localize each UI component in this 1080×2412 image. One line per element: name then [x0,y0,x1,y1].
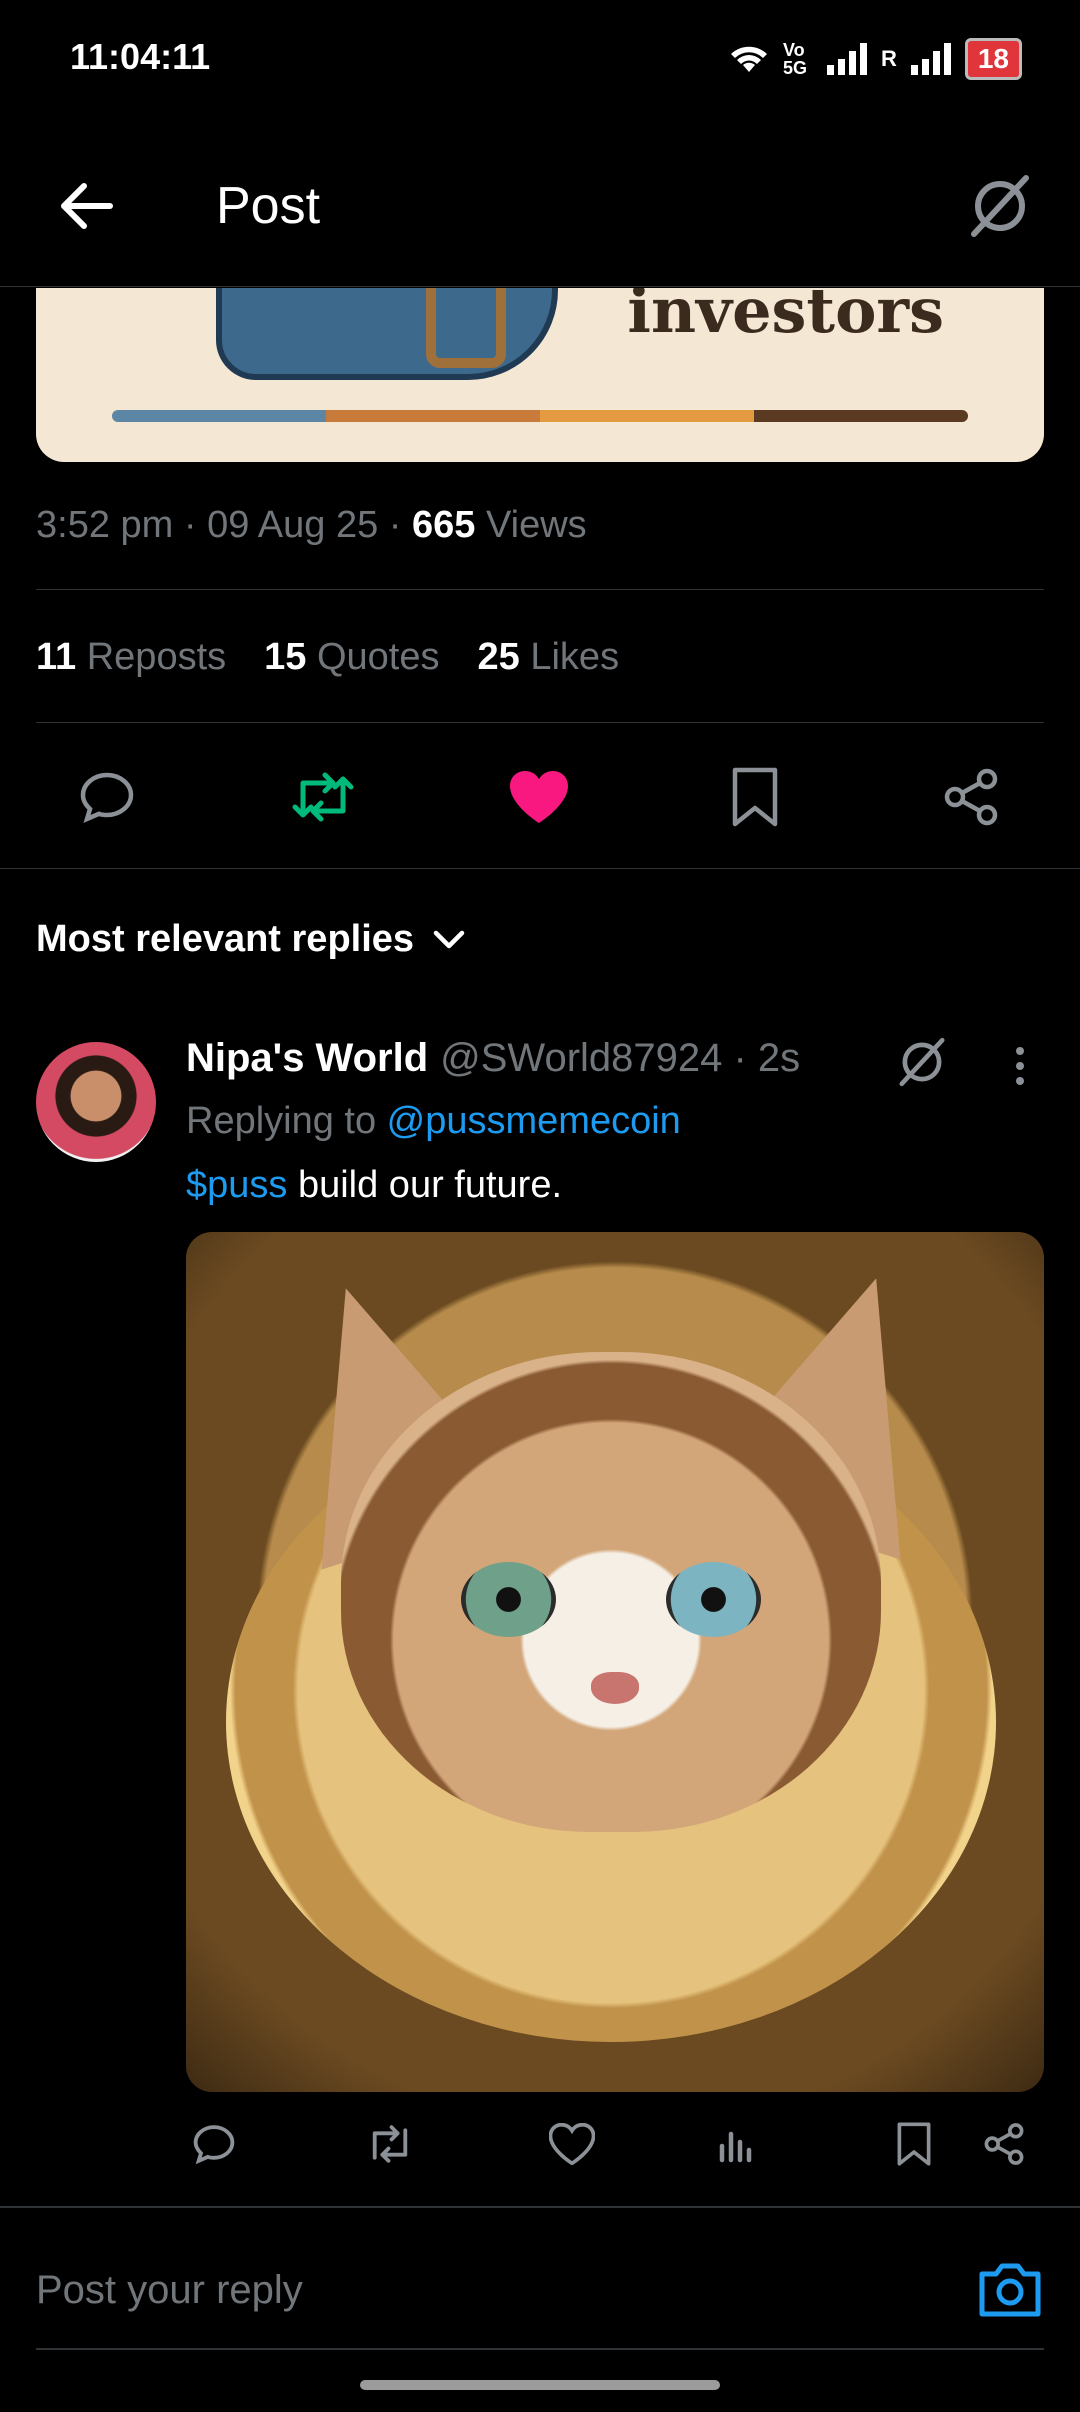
camera-icon [979,2263,1041,2317]
network-label: Vo 5G [782,40,807,78]
camera-button[interactable] [976,2258,1044,2320]
views-icon [719,2131,752,2163]
more-vertical-icon [1016,1047,1024,1085]
chevron-down-icon [433,930,465,948]
status-icons: Vo 5G R 18 [727,38,1022,80]
replying-to-link[interactable]: @pussmemecoin [387,1100,681,1142]
divider [36,589,1044,590]
views-count: 665 [412,504,476,546]
replying-prefix: Replying to [186,1100,387,1142]
reply-like-button[interactable] [544,2116,600,2172]
quotes-count: 15 [264,636,307,678]
cat-eye-left [461,1562,556,1637]
repost-icon [372,2125,408,2163]
quotes-stat[interactable]: 15 Quotes [264,636,439,679]
battery-indicator: 18 [964,38,1022,80]
heart-filled-icon [510,771,568,823]
post-timestamp: 3:52 pm · 09 Aug 25 · [36,504,413,546]
reply-share-button[interactable] [976,2116,1032,2172]
wifi-icon [730,46,767,72]
stripe-3 [540,410,754,422]
reply-input[interactable]: Post your reply [36,2268,303,2313]
cat-nose [591,1672,639,1704]
reply-image[interactable] [186,1232,1044,2092]
signal-icon-2 [910,43,951,75]
grok-icon [971,175,1029,237]
post-image-text: investors [627,288,944,347]
more-options-button[interactable] [1002,1046,1038,1086]
replying-to: Replying to @pussmemecoin [186,1100,681,1143]
avatar[interactable] [36,1042,156,1162]
bookmark-icon [732,767,778,827]
reply-icon [193,2125,235,2165]
reposts-label: Reposts [86,636,227,678]
stripe-4 [754,410,968,422]
likes-stat[interactable]: 25 Likes [478,636,620,679]
reply-body: build our future. [287,1164,563,1206]
likes-label: Likes [530,636,620,678]
likes-count: 25 [477,636,520,678]
reply-author-handle: @SWorld87924 · 2s [440,1036,801,1080]
reply-button[interactable] [72,762,142,832]
post-meta: 3:52 pm · 09 Aug 25 · 665 Views [36,504,587,547]
cashtag-link[interactable]: $puss [186,1164,287,1206]
bookmark-icon [897,2122,931,2166]
reply-actions [186,2116,1044,2172]
divider [0,2206,1080,2208]
post-stats: 11 Reposts 15 Quotes 25 Likes [36,636,619,679]
repost-button[interactable] [288,762,358,832]
reply-icon [80,772,134,823]
repost-icon [292,772,354,822]
divider [0,868,1080,869]
stripe-2 [326,410,540,422]
reposts-count: 11 [36,636,77,678]
status-time: 11:04:11 [70,36,211,77]
share-icon [984,2123,1024,2165]
page-title: Post [216,177,321,235]
signal-icon [826,43,867,75]
stripe-1 [112,410,326,422]
post-image[interactable]: for smart investors [36,288,1044,462]
reply-author-name[interactable]: Nipa's World [186,1036,428,1081]
wallet-illustration [216,288,558,380]
replies-sort-label: Most relevant replies [36,918,415,960]
reply-header: Nipa's World @SWorld87924 · 2s [186,1036,800,1081]
share-button[interactable] [936,762,1006,832]
divider [36,722,1044,723]
quotes-label: Quotes [316,636,440,678]
views-label: Views [485,504,587,546]
replies-sort-dropdown[interactable]: Most relevant replies [36,918,466,961]
reply-bookmark-button[interactable] [886,2116,942,2172]
cat-eye-right [666,1562,761,1637]
like-button[interactable] [504,762,574,832]
reply-text: $puss build our future. [186,1164,562,1207]
grok-icon [899,1037,945,1087]
reply-views-button[interactable] [708,2116,764,2172]
heart-icon [549,2123,595,2165]
share-icon [944,768,998,826]
post-actions [0,762,1080,832]
composer-underline [36,2348,1044,2350]
back-button[interactable] [54,174,118,238]
cat-face [341,1352,881,1832]
reply-repost-button[interactable] [362,2116,418,2172]
home-indicator[interactable] [360,2380,720,2390]
grok-button[interactable] [964,170,1036,242]
reposts-stat[interactable]: 11 Reposts [36,636,226,679]
reply-grok-button[interactable] [894,1034,950,1090]
roaming-label: R [880,46,897,71]
header-divider [0,286,1080,287]
wallet-clasp [426,288,506,368]
arrow-left-icon [61,183,113,229]
progress-stripe [112,410,968,422]
bookmark-button[interactable] [720,762,790,832]
reply-reply-button[interactable] [186,2116,242,2172]
